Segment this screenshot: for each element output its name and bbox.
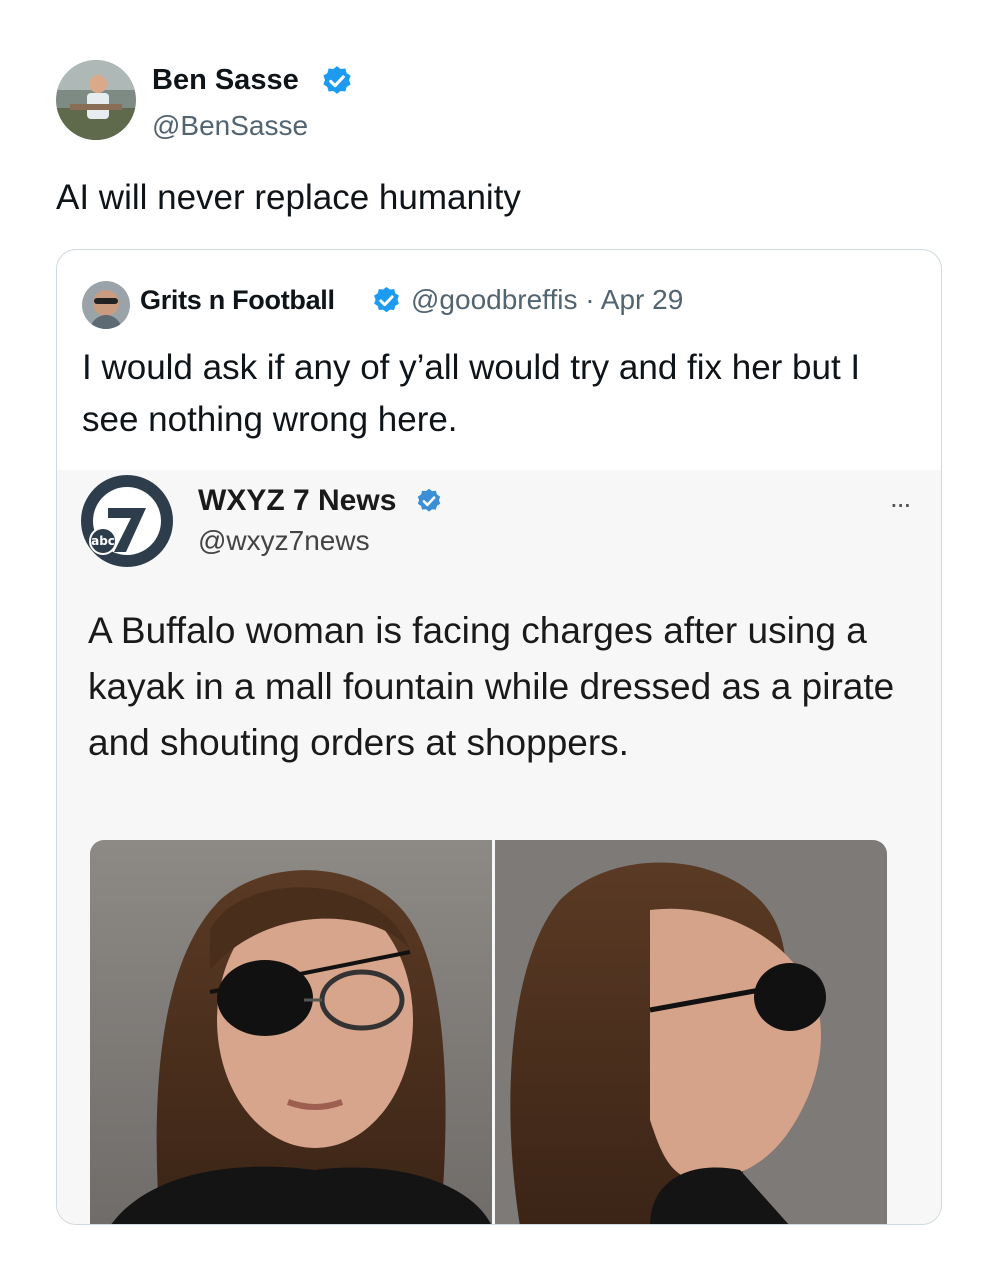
more-options-icon: ... xyxy=(890,482,911,513)
verified-badge-icon xyxy=(320,64,354,98)
profile-photo xyxy=(495,840,887,1224)
verified-badge-icon xyxy=(371,285,402,316)
quoted-tweet-card[interactable]: Grits n Football @goodbreffis · Apr 29 I… xyxy=(56,249,942,1225)
embedded-screenshot[interactable]: abc WXYZ 7 News @wxyz7news ... A Buffalo… xyxy=(57,470,941,1224)
wxyz-logo-icon: abc xyxy=(78,472,176,570)
verified-badge-icon xyxy=(415,487,443,515)
embedded-author-handle: @wxyz7news xyxy=(198,525,370,556)
quoted-handle-date[interactable]: @goodbreffis · Apr 29 xyxy=(411,284,683,316)
front-photo xyxy=(90,840,492,1224)
tweet-text: AI will never replace humanity xyxy=(56,178,521,217)
quoted-author-avatar[interactable] xyxy=(82,281,130,329)
mugshot-photos xyxy=(90,840,887,1224)
author-handle[interactable]: @BenSasse xyxy=(152,110,308,142)
embedded-author-name: WXYZ 7 News xyxy=(198,484,397,517)
quoted-author-name[interactable]: Grits n Football xyxy=(140,285,335,316)
author-name[interactable]: Ben Sasse xyxy=(152,64,299,97)
embedded-post-text: A Buffalo woman is facing charges after … xyxy=(88,610,895,763)
quoted-tweet-text: I would ask if any of y’all would try an… xyxy=(82,348,861,439)
logo-abc-text: abc xyxy=(91,534,115,548)
author-avatar[interactable] xyxy=(56,60,136,140)
